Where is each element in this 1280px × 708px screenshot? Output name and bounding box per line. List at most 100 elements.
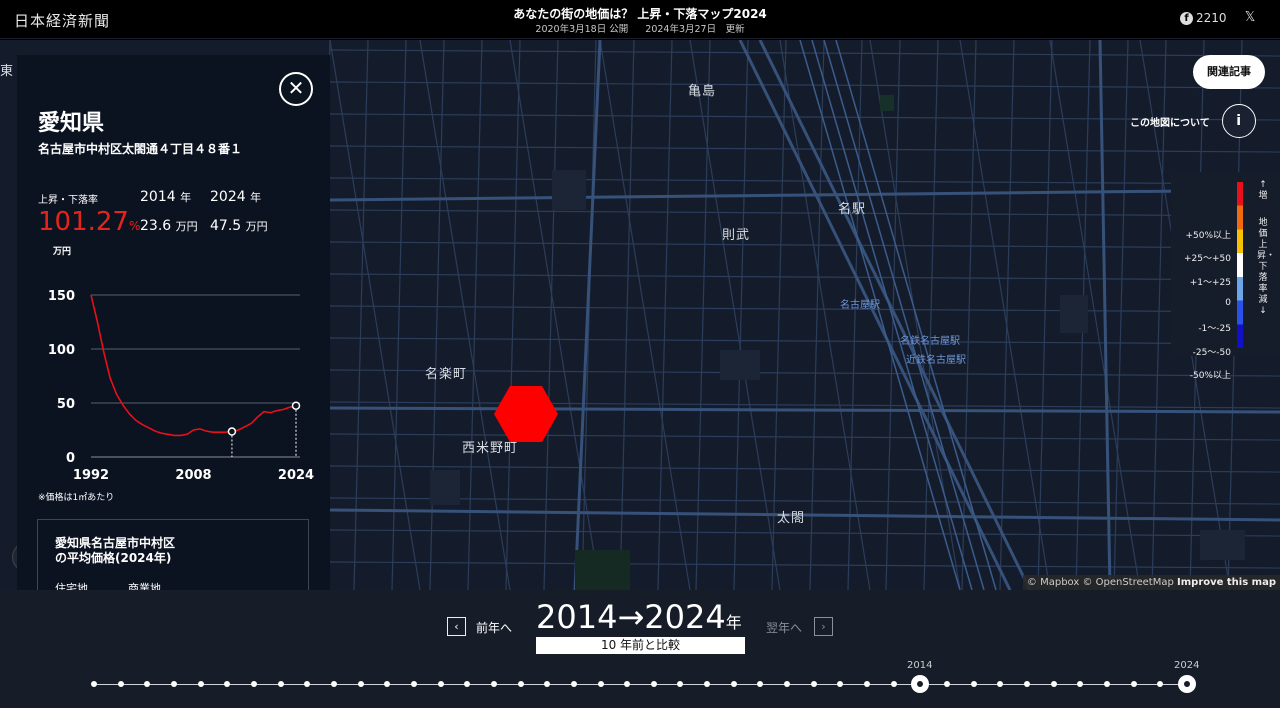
timeline-label-from: 2014 xyxy=(907,660,933,671)
legend-row: -25〜-50 xyxy=(1192,348,1231,358)
legend-title: 地価上昇・下落率 xyxy=(1257,218,1276,294)
selected-location-marker[interactable] xyxy=(494,386,558,442)
timeline-year-dot[interactable] xyxy=(357,681,364,687)
timeline-year-dot[interactable] xyxy=(970,681,977,687)
timeline-year-dot[interactable] xyxy=(624,681,631,687)
updated-date: 2024年3月27日 更新 xyxy=(645,24,745,35)
x-tick-label: 2024 xyxy=(278,468,314,483)
timeline-year-dot[interactable] xyxy=(757,681,764,687)
year-from: 2014 年 xyxy=(140,189,192,205)
timeline-track[interactable] xyxy=(94,684,1187,685)
timeline-year-dot[interactable] xyxy=(997,681,1004,687)
station-label: 近鉄名古屋駅 xyxy=(906,355,966,366)
price-line xyxy=(90,294,297,437)
about-map-label: この地図について xyxy=(1130,117,1210,129)
timeline-year-dot[interactable] xyxy=(197,681,204,687)
timeline-year-dot[interactable] xyxy=(144,681,151,687)
facebook-share-button[interactable]: f 2210 xyxy=(1180,11,1227,25)
timeline-year-dot[interactable] xyxy=(1130,681,1137,687)
timeline-year-dot[interactable] xyxy=(784,681,791,687)
x-tick-label: 2008 xyxy=(175,468,211,483)
timeline-year-dot[interactable] xyxy=(570,681,577,687)
about-map-button[interactable]: この地図について i xyxy=(1130,104,1256,138)
place-label: 名楽町 xyxy=(425,367,468,382)
timeline-selected-year[interactable] xyxy=(1178,675,1196,693)
place-label: 亀島 xyxy=(688,84,717,99)
price-to: 47.5 万円 xyxy=(210,218,268,234)
close-icon[interactable]: ✕ xyxy=(279,72,313,106)
average-title: 愛知県名古屋市中村区 の平均価格(2024年) xyxy=(55,536,176,565)
timeline-year-dot[interactable] xyxy=(170,681,177,687)
timeline-year-dot[interactable] xyxy=(890,681,897,687)
timeline-year-dot[interactable] xyxy=(410,681,417,687)
timeline-year-dot[interactable] xyxy=(277,681,284,687)
published-date: 2020年3月18日 公開 xyxy=(535,24,629,35)
y-tick-label: 150 xyxy=(48,289,75,304)
timeline-year-dot[interactable] xyxy=(944,681,951,687)
place-label: 則武 xyxy=(722,228,751,243)
timeline-year-dot[interactable] xyxy=(250,681,257,687)
timeline-year-dot[interactable] xyxy=(1050,681,1057,687)
timeline-year-dot[interactable] xyxy=(91,681,97,687)
timeline-year-dot[interactable] xyxy=(1157,681,1164,687)
timeline-selected-year[interactable] xyxy=(911,675,930,693)
timeline-year-dot[interactable] xyxy=(117,681,124,687)
y-tick-label: 0 xyxy=(66,451,75,466)
timeline-year-dot[interactable] xyxy=(837,681,844,687)
timeline-year-dot[interactable] xyxy=(1104,681,1111,687)
timeline-year-dot[interactable] xyxy=(437,681,444,687)
highlight-point xyxy=(227,427,237,436)
compare-label: 10 年前と比較 xyxy=(536,637,745,654)
timeline-year-dot[interactable] xyxy=(730,681,737,687)
timeline-year-dot[interactable] xyxy=(464,681,471,687)
legend-row: -50%以上 xyxy=(1189,371,1231,381)
next-year-label[interactable]: 翌年へ xyxy=(766,619,802,636)
timeline-year-dot[interactable] xyxy=(704,681,711,687)
improve-map-link[interactable]: Improve this map xyxy=(1177,577,1276,588)
timeline-year-dot[interactable] xyxy=(1077,681,1084,687)
station-label: 名古屋駅 xyxy=(840,300,880,311)
legend-arrow-up: ↑ xyxy=(1259,180,1267,190)
info-panel: ✕ 愛知県 名古屋市中村区太閤通４丁目４８番１ 上昇・下落率 2014 年 20… xyxy=(17,55,330,590)
timeline-year-dot[interactable] xyxy=(384,681,391,687)
legend: +50%以上 +25〜+50 +1〜+25 0 -1〜-25 -25〜-50 -… xyxy=(1171,172,1280,381)
station-label: 名鉄名古屋駅 xyxy=(900,336,960,347)
timeline-year-dot[interactable] xyxy=(650,681,657,687)
timeline-year-dot[interactable] xyxy=(517,681,524,687)
place-label: 名駅 xyxy=(838,202,867,217)
rate-value: 101.27% xyxy=(38,207,141,237)
related-articles-button[interactable]: 関連記事 xyxy=(1193,55,1265,89)
timeline-year-dot[interactable] xyxy=(597,681,604,687)
place-label: 東 xyxy=(0,64,15,79)
attribution-text[interactable]: © Mapbox © OpenStreetMap xyxy=(1027,577,1174,588)
commercial-label: 商業地 xyxy=(128,582,161,590)
timeline-year-dot[interactable] xyxy=(224,681,231,687)
average-price-box: 愛知県名古屋市中村区 の平均価格(2024年) 住宅地 商業地 xyxy=(37,519,309,590)
chart-unit: 万円 xyxy=(53,247,72,257)
address: 名古屋市中村区太閤通４丁目４８番１ xyxy=(38,142,243,156)
legend-arrow-down: ↓ xyxy=(1259,306,1267,316)
legend-axis-label: ↑ 増 地価上昇・下落率 減 ↓ xyxy=(1257,180,1276,317)
prev-year-button[interactable]: ‹ xyxy=(447,617,466,636)
legend-row: +50%以上 xyxy=(1185,231,1231,241)
rate-label: 上昇・下落率 xyxy=(38,195,98,206)
page-title: あなたの街の地価は？ 上昇・下落マップ2024 xyxy=(513,7,767,21)
price-history-chart: 0 50 100 150 1992 2008 2024 xyxy=(48,289,314,483)
price-from: 23.6 万円 xyxy=(140,218,198,234)
legend-row: +25〜+50 xyxy=(1184,254,1231,264)
timeline-year-dot[interactable] xyxy=(544,681,551,687)
timeline-year-dot[interactable] xyxy=(864,681,871,687)
x-icon[interactable]: 𝕏 xyxy=(1243,11,1257,25)
year-to: 2024 年 xyxy=(210,189,262,205)
timeline-year-dot[interactable] xyxy=(490,681,497,687)
timeline-year-dot[interactable] xyxy=(1024,681,1031,687)
timeline-year-dot[interactable] xyxy=(330,681,337,687)
timeline-year-dot[interactable] xyxy=(677,681,684,687)
price-note: ※価格は1㎡あたり xyxy=(38,493,115,503)
legend-row: -1〜-25 xyxy=(1198,324,1231,334)
prev-year-label[interactable]: 前年へ xyxy=(476,619,512,636)
timeline-year-dot[interactable] xyxy=(810,681,817,687)
next-year-button[interactable]: › xyxy=(814,617,833,636)
highlight-point xyxy=(291,401,301,410)
timeline-year-dot[interactable] xyxy=(304,681,311,687)
